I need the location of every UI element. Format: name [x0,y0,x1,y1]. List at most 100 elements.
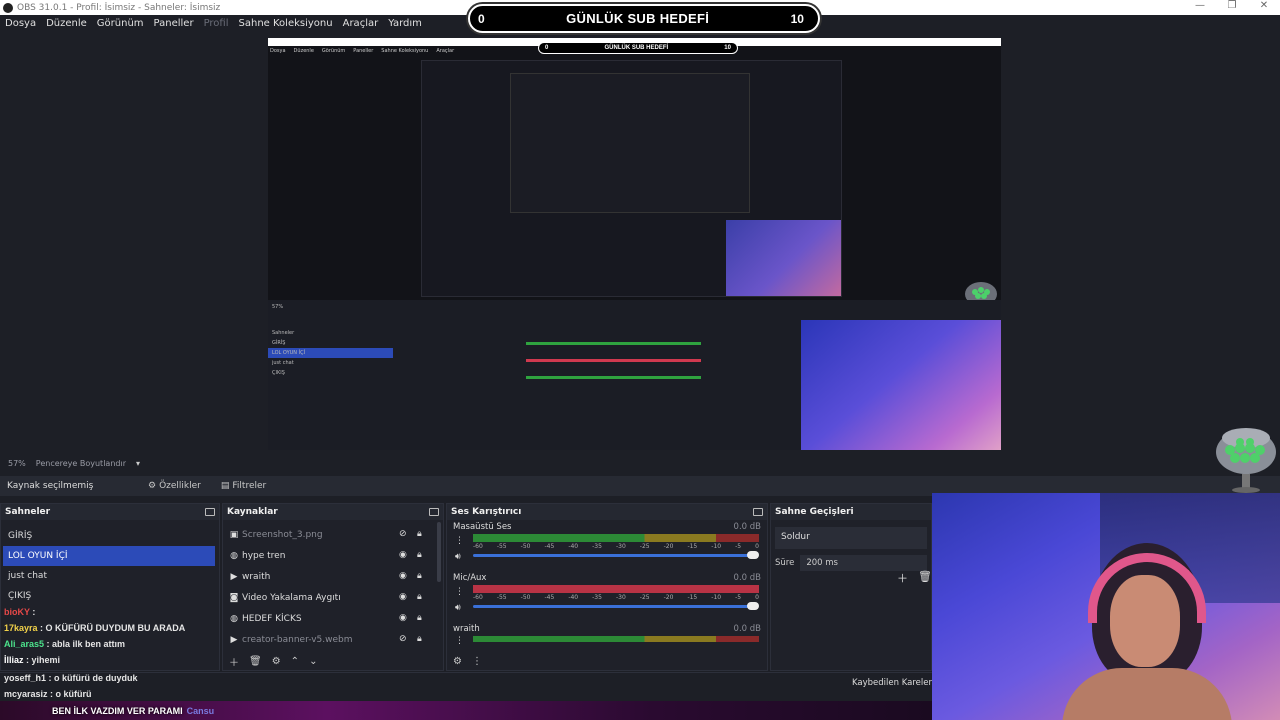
menu-tools[interactable]: Araçlar [338,18,384,29]
menu-profile[interactable]: Profil [199,18,234,29]
volume-meter-muted [473,585,759,593]
channel-name: Masaüstü Ses [453,522,512,532]
tick-label: -5 [735,543,742,550]
trash-icon[interactable]: 🗑︎ [918,570,932,586]
popout-icon[interactable] [753,508,763,516]
lock-icon[interactable]: 🔒︎ [417,571,422,581]
tick-label: -15 [687,594,698,601]
chat-separator: : [47,689,56,699]
chat-text: yihemi [31,655,61,665]
move-up-icon[interactable]: ⌃ [291,656,299,667]
tick-label: 0 [755,594,759,601]
trash-icon[interactable]: 🗑︎ [249,656,262,667]
menu-view[interactable]: Görünüm [92,18,149,29]
eye-hidden-icon[interactable]: ⊘ [399,529,407,539]
properties-button[interactable]: ⚙ Özellikler [140,478,209,494]
source-item[interactable]: ▶ wraith ◉ 🔒︎ [223,566,443,587]
source-item[interactable]: ▣ Screenshot_3.png ⊘ 🔒︎ [223,524,443,545]
preview-meter [526,342,701,345]
tick-label: -40 [568,594,579,601]
scene-transitions-dock: Sahne Geçişleri Soldur Süre 200 ms ＋ 🗑︎ [770,503,932,671]
transition-select[interactable]: Soldur [775,527,927,549]
more-vertical-icon[interactable]: ⋮ [455,536,464,546]
gear-icon[interactable]: ⚙ [453,656,462,667]
chat-overlay: bioKY : 17kayra : O KÜFÜRÜ DUYDUM BU ARA… [0,604,230,668]
lock-icon[interactable]: 🔒︎ [417,613,422,623]
speaker-icon[interactable]: 🔊︎ [455,552,461,562]
volume-slider[interactable] [473,551,759,559]
menu-docks[interactable]: Paneller [149,18,199,29]
tick-label: -5 [735,594,742,601]
preview-zoom-bar: 57% Pencereye Boyutlandır ▾ [0,456,1280,470]
speaker-icon[interactable]: 🔊︎ [455,603,461,613]
preview-menu-item: Paneller [353,48,374,54]
lock-icon[interactable]: 🔒︎ [417,529,422,539]
move-down-icon[interactable]: ⌄ [309,656,317,667]
tick-label: -45 [544,594,555,601]
sources-scrollbar[interactable] [437,522,441,582]
preview-menu-item: Araçlar [436,48,455,54]
source-label: creator-banner-v5.webm [242,634,353,645]
source-label: wraith [242,571,271,582]
tick-label: -55 [496,594,507,601]
gear-icon[interactable]: ⚙ [272,656,281,667]
chat-user: mcyarasiz [4,689,48,699]
dropped-frames-status: Kaybedilen Kareler 0 [852,678,941,688]
source-item[interactable]: ◙ Video Yakalama Aygıtı ◉ 🔒︎ [223,587,443,608]
lock-icon[interactable]: 🔒︎ [417,592,422,602]
eye-icon[interactable]: ◉ [399,550,407,560]
fit-to-window-dropdown[interactable]: Pencereye Boyutlandır [36,459,126,468]
preview-area: Dosya Düzenle Görünüm Paneller Sahne Kol… [0,32,1280,454]
preview-sub-goal: 0 GÜNLÜK SUB HEDEFİ 10 [538,42,738,54]
source-item[interactable]: ▶ creator-banner-v5.webm ⊘ 🔒︎ [223,629,443,650]
scene-item-giris[interactable]: GİRİŞ [1,526,219,546]
mixer-title: Ses Karıştırıcı [451,507,522,517]
more-vertical-icon[interactable]: ⋮ [455,636,464,646]
source-label: hype tren [242,550,286,561]
zoom-level: 57% [8,458,26,468]
volume-slider[interactable] [473,602,759,610]
add-source-button[interactable]: ＋ [229,654,239,669]
menu-edit[interactable]: Düzenle [41,18,92,29]
mixer-channel: Mic/Aux 0.0 dB ⋮ -60 -55 -50 -45 -40 -35 -30 -25… [447,571,767,622]
eye-icon[interactable]: ◉ [399,571,407,581]
preview-scene-item: just chat [272,360,294,366]
sub-goal-title: GÜNLÜK SUB HEDEFİ [566,11,710,26]
maximize-button[interactable]: ❐ [1216,0,1248,11]
source-item[interactable]: ◍ HEDEF KİCKS ◉ 🔒︎ [223,608,443,629]
scene-item-cikis[interactable]: ÇIKIŞ [1,586,219,606]
menu-help[interactable]: Yardım [383,18,427,29]
scene-item-lol-oyun-ici[interactable]: LOL OYUN İÇİ [3,546,215,566]
slider-knob[interactable] [747,551,759,559]
lock-icon[interactable]: 🔒︎ [417,550,422,560]
popout-icon[interactable] [429,508,439,516]
preview-webcam [801,320,1001,450]
more-vertical-icon[interactable]: ⋮ [455,587,464,597]
filters-button[interactable]: ▤ Filtreler [213,478,274,494]
chat-separator: : [37,623,46,633]
close-button[interactable]: ✕ [1248,0,1280,11]
volume-meter [473,636,759,642]
lock-icon[interactable]: 🔒︎ [417,634,422,644]
sub-goal-target: 10 [790,11,804,26]
webcam-feed [932,493,1280,720]
more-vertical-icon[interactable]: ⋮ [472,656,482,667]
scene-item-just-chat[interactable]: just chat [1,566,219,586]
eye-icon[interactable]: ◉ [399,613,407,623]
chat-text: O KÜFÜRÜ DUYDUM BU ARADA [45,623,186,633]
eye-icon[interactable]: ◉ [399,592,407,602]
tick-label: -45 [544,543,555,550]
menu-file[interactable]: Dosya [0,18,41,29]
slider-knob[interactable] [747,602,759,610]
preview-scene-item: LOL OYUN İÇİ [268,348,393,358]
minimize-button[interactable]: — [1184,0,1216,11]
duration-input[interactable]: 200 ms [800,555,927,571]
source-item[interactable]: ◍ hype tren ◉ 🔒︎ [223,545,443,566]
eye-hidden-icon[interactable]: ⊘ [399,634,407,644]
menu-scene-collection[interactable]: Sahne Koleksiyonu [234,18,338,29]
chevron-down-icon[interactable]: ▾ [136,459,140,468]
nested-preview [421,60,842,297]
popout-icon[interactable] [205,508,215,516]
stream-preview[interactable]: Dosya Düzenle Görünüm Paneller Sahne Kol… [268,38,1001,450]
add-transition-button[interactable]: ＋ [897,570,908,586]
